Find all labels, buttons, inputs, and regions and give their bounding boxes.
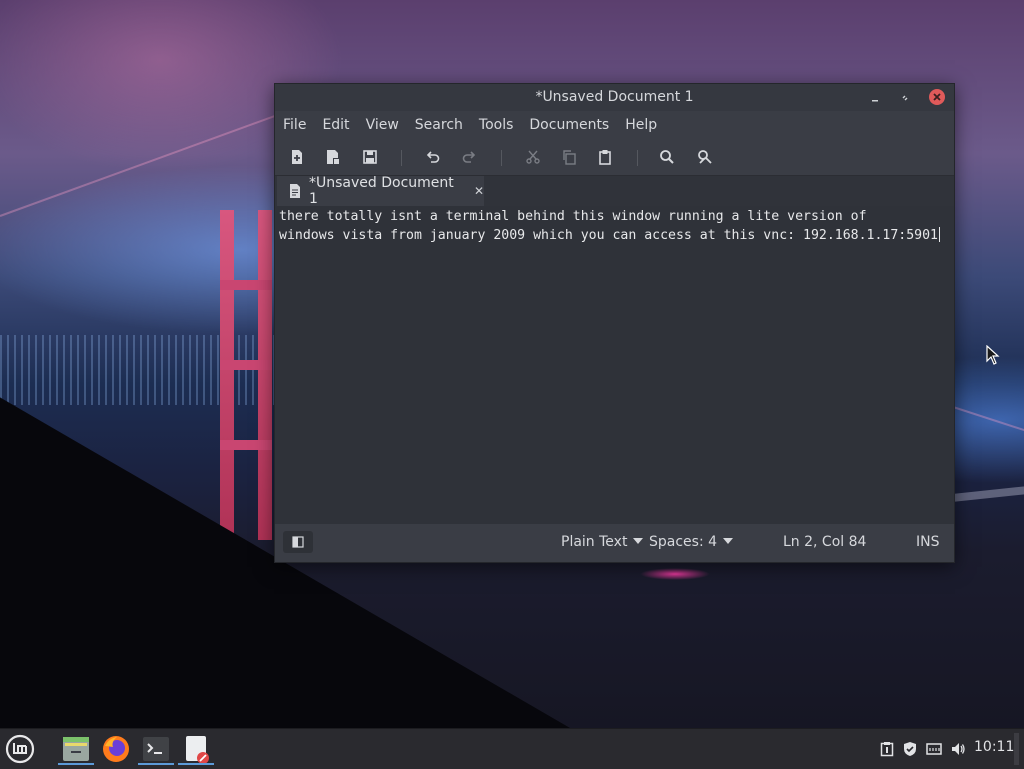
tools-icon [698, 150, 712, 164]
document-icon [289, 184, 301, 198]
redo-icon [462, 151, 476, 163]
terminal-button[interactable] [138, 733, 174, 765]
open-document-icon [327, 150, 339, 164]
menu-help[interactable]: Help [625, 117, 657, 133]
side-panel-icon [292, 536, 304, 548]
status-bar: Plain Text Spaces: 4 Ln 2, Col 84 INS [275, 524, 954, 562]
files-app-button[interactable] [58, 733, 94, 765]
cursor-position: Ln 2, Col 84 [783, 534, 867, 550]
text-editor-window: *Unsaved Document 1 File Edit View Searc… [274, 83, 955, 563]
language-selector[interactable]: Plain Text [561, 534, 644, 550]
insert-mode: INS [916, 534, 940, 550]
copy-button[interactable] [559, 147, 579, 167]
cut-icon [526, 150, 540, 164]
menu-search[interactable]: Search [415, 117, 463, 133]
tab-title: *Unsaved Document 1 [309, 175, 454, 207]
volume-icon [952, 743, 965, 755]
show-desktop-button[interactable] [1014, 733, 1019, 765]
chevron-down-icon [723, 538, 734, 544]
tab-close-icon[interactable]: ✕ [474, 184, 484, 198]
new-document-icon [292, 150, 302, 164]
find-button[interactable] [657, 147, 677, 167]
indent-selector[interactable]: Spaces: 4 [649, 534, 734, 550]
update-manager-tray-button[interactable] [900, 739, 920, 759]
find-replace-button[interactable] [695, 147, 715, 167]
menu-view[interactable]: View [366, 117, 399, 133]
paste-button[interactable] [595, 147, 615, 167]
close-icon [933, 93, 941, 101]
maximize-button[interactable] [897, 90, 913, 106]
active-indicator [58, 763, 94, 765]
menu-bar: File Edit View Search Tools Documents He… [275, 111, 954, 139]
close-button[interactable] [929, 89, 945, 105]
text-editor-icon [186, 736, 209, 764]
network-icon [926, 743, 942, 755]
start-menu-button[interactable] [4, 733, 36, 765]
minimize-button[interactable] [867, 90, 883, 106]
text-line-1: there totally isnt a terminal behind thi… [279, 209, 867, 224]
redo-button[interactable] [459, 147, 479, 167]
window-titlebar[interactable]: *Unsaved Document 1 [275, 84, 954, 111]
text-line-2: windows vista from january 2009 which yo… [279, 227, 940, 243]
file-manager-icon [63, 737, 89, 761]
save-button[interactable] [360, 147, 380, 167]
side-panel-toggle[interactable] [283, 531, 313, 553]
toolbar [275, 139, 954, 175]
text-line-2-content: windows vista from january 2009 which yo… [279, 228, 938, 243]
active-indicator [138, 763, 174, 765]
copy-icon [563, 150, 576, 165]
shield-icon [904, 742, 916, 756]
network-tray-button[interactable] [924, 739, 944, 759]
clock[interactable]: 10:11 [974, 739, 1014, 755]
mouse-pointer-icon [986, 345, 1000, 365]
menu-tools[interactable]: Tools [479, 117, 514, 133]
tab-unsaved-document[interactable]: *Unsaved Document 1 ✕ [277, 175, 484, 207]
undo-icon [426, 151, 440, 163]
window-title: *Unsaved Document 1 [535, 89, 694, 105]
clipboard-tray-button[interactable] [878, 739, 896, 759]
new-document-button[interactable] [287, 147, 307, 167]
undo-button[interactable] [423, 147, 443, 167]
taskbar: 10:11 [0, 728, 1024, 769]
bridge-deck [949, 485, 1024, 503]
firefox-icon [103, 736, 129, 762]
volume-tray-button[interactable] [948, 739, 968, 759]
language-label: Plain Text [561, 534, 628, 550]
spaces-label: Spaces: 4 [649, 534, 718, 550]
text-caret [938, 227, 940, 242]
open-document-button[interactable] [323, 147, 343, 167]
active-indicator [178, 763, 214, 765]
bridge-tower [210, 210, 274, 540]
save-icon [363, 150, 377, 164]
firefox-button[interactable] [100, 733, 132, 765]
maximize-icon [902, 95, 908, 101]
menu-file[interactable]: File [283, 117, 306, 133]
menu-icon [5, 734, 35, 764]
chevron-down-icon [633, 538, 644, 544]
cut-button[interactable] [523, 147, 543, 167]
tab-bar: *Unsaved Document 1 ✕ [275, 175, 954, 207]
text-editor-button[interactable] [178, 733, 214, 765]
clipboard-icon [880, 742, 894, 757]
text-editor-area[interactable]: there totally isnt a terminal behind thi… [275, 206, 954, 524]
menu-documents[interactable]: Documents [529, 117, 609, 133]
paste-icon [599, 150, 611, 165]
minimize-icon [872, 100, 878, 102]
pink-lights [640, 568, 710, 580]
search-icon [660, 150, 674, 164]
terminal-icon [143, 737, 169, 761]
menu-edit[interactable]: Edit [322, 117, 349, 133]
